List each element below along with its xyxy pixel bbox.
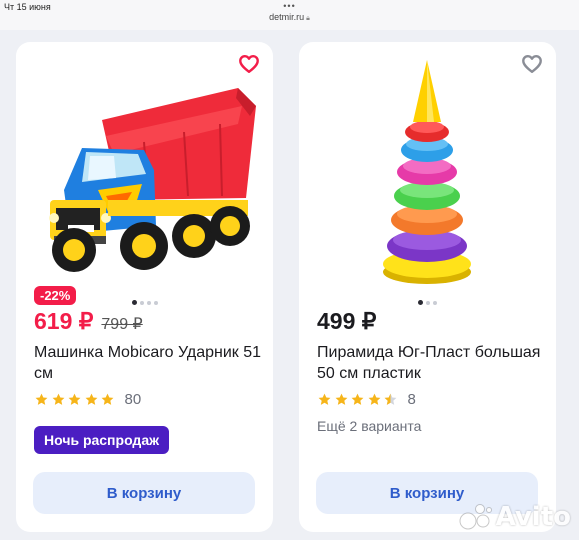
watermark-text: Avito [495,502,571,532]
product-title[interactable]: Пирамида Юг-Пласт большая 50 см пластик [317,342,547,384]
favorite-button[interactable] [520,52,544,76]
rating-count: 8 [407,391,416,408]
current-price: 499 ₽ [317,308,377,334]
url-text: detmir.ru [269,12,305,22]
product-image-dump-truck[interactable] [24,50,264,290]
star-icon [368,393,380,405]
old-price: 799 ₽ [101,316,143,333]
avito-logo-icon [459,504,492,530]
gallery-dot[interactable] [418,300,423,305]
price-row: 499 ₽ [317,308,376,334]
product-card[interactable]: 499 ₽ Пирамида Юг-Пласт большая 50 см пл… [299,42,556,532]
address-bar[interactable]: detmir.ru 🔒︎ [0,12,579,23]
discount-badge: -22% [34,286,77,305]
rating: 80 [34,391,141,408]
product-image-ring-pyramid[interactable] [307,50,547,290]
lock-icon: 🔒︎ [306,15,310,22]
star-icon [335,393,347,405]
current-price: 619 ₽ [34,308,94,334]
gallery-dot[interactable] [153,301,158,305]
heart-icon [522,55,542,73]
promo-badge[interactable]: Ночь распродаж [34,426,170,454]
rating: 8 [317,391,416,408]
gallery-dots[interactable] [299,298,556,305]
product-card[interactable]: -22% 619 ₽ 799 ₽ Машинка Mobicaro Ударни… [16,42,273,532]
star-icon [35,393,48,405]
star-icon [85,393,97,405]
gallery-dot[interactable] [139,301,144,305]
heart-icon [239,55,259,73]
gallery-dot[interactable] [146,301,151,305]
gallery-dot[interactable] [131,300,137,305]
star-icon [52,393,64,405]
variants-link[interactable]: Ещё 2 варианта [317,418,421,434]
add-to-cart-button[interactable]: В корзину [33,472,255,514]
avito-watermark: Avito [459,500,571,534]
product-title[interactable]: Машинка Mobicaro Ударник 51 см [34,342,264,384]
star-half-icon [384,393,397,405]
star-icon [351,393,364,405]
star-icon [318,393,331,405]
star-icon [68,393,81,405]
price-row: 619 ₽ 799 ₽ [34,308,143,334]
status-bar: Чт 15 июня ••• detmir.ru 🔒︎ [0,0,579,30]
star-icon [101,393,114,405]
multitasking-dots[interactable]: ••• [0,1,579,11]
favorite-button[interactable] [237,52,261,76]
gallery-dot[interactable] [433,301,437,305]
gallery-dot[interactable] [426,301,430,305]
rating-count: 80 [124,391,142,408]
